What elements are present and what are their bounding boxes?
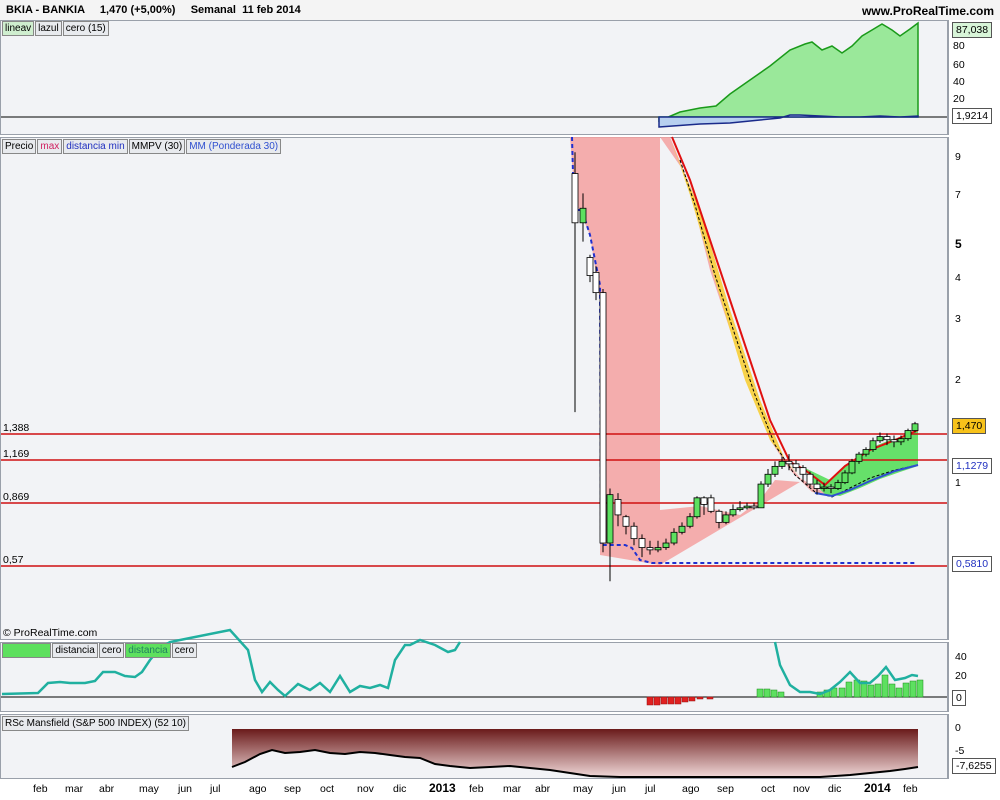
x-label-2014: 2014	[864, 781, 891, 795]
x-label-mar-2013: mar	[503, 783, 522, 795]
x-label-sep-2013: sep	[717, 783, 734, 795]
x-label-sep: sep	[284, 783, 301, 795]
x-label-jun: jun	[178, 783, 193, 795]
x-label-2013: 2013	[429, 781, 456, 795]
x-label-may: may	[139, 783, 159, 795]
x-label-ago: ago	[249, 783, 267, 795]
x-label-feb-2014: feb	[903, 783, 918, 795]
x-label-feb-2013: feb	[469, 783, 484, 795]
rsc-value-label: -7,6255	[952, 758, 996, 774]
rsc-tick-0: 0	[955, 722, 961, 734]
x-label-jun-2013: jun	[612, 783, 627, 795]
x-label-jul-2013: jul	[645, 783, 656, 795]
x-label-nov-2013: nov	[793, 783, 810, 795]
x-label-dic: dic	[393, 783, 407, 795]
x-label-mar: mar	[65, 783, 84, 795]
x-label-dic-2013: dic	[828, 783, 842, 795]
x-label-abr: abr	[99, 783, 115, 795]
x-label-abr-2013: abr	[535, 783, 551, 795]
legend-rsc[interactable]: RSc Mansfield (S&P 500 INDEX) (52 10)	[2, 716, 190, 731]
x-label-feb: feb	[33, 783, 48, 795]
x-label-jul: jul	[210, 783, 221, 795]
x-label-may-2013: may	[573, 783, 593, 795]
x-label-oct: oct	[320, 783, 335, 795]
rsc-plot	[231, 729, 919, 778]
x-label-oct-2013: oct	[761, 783, 776, 795]
rsc-tick-5: -5	[955, 745, 965, 757]
rsc-legend: RSc Mansfield (S&P 500 INDEX) (52 10)	[2, 716, 190, 731]
x-label-nov: nov	[357, 783, 374, 795]
x-label-ago-2013: ago	[682, 783, 700, 795]
